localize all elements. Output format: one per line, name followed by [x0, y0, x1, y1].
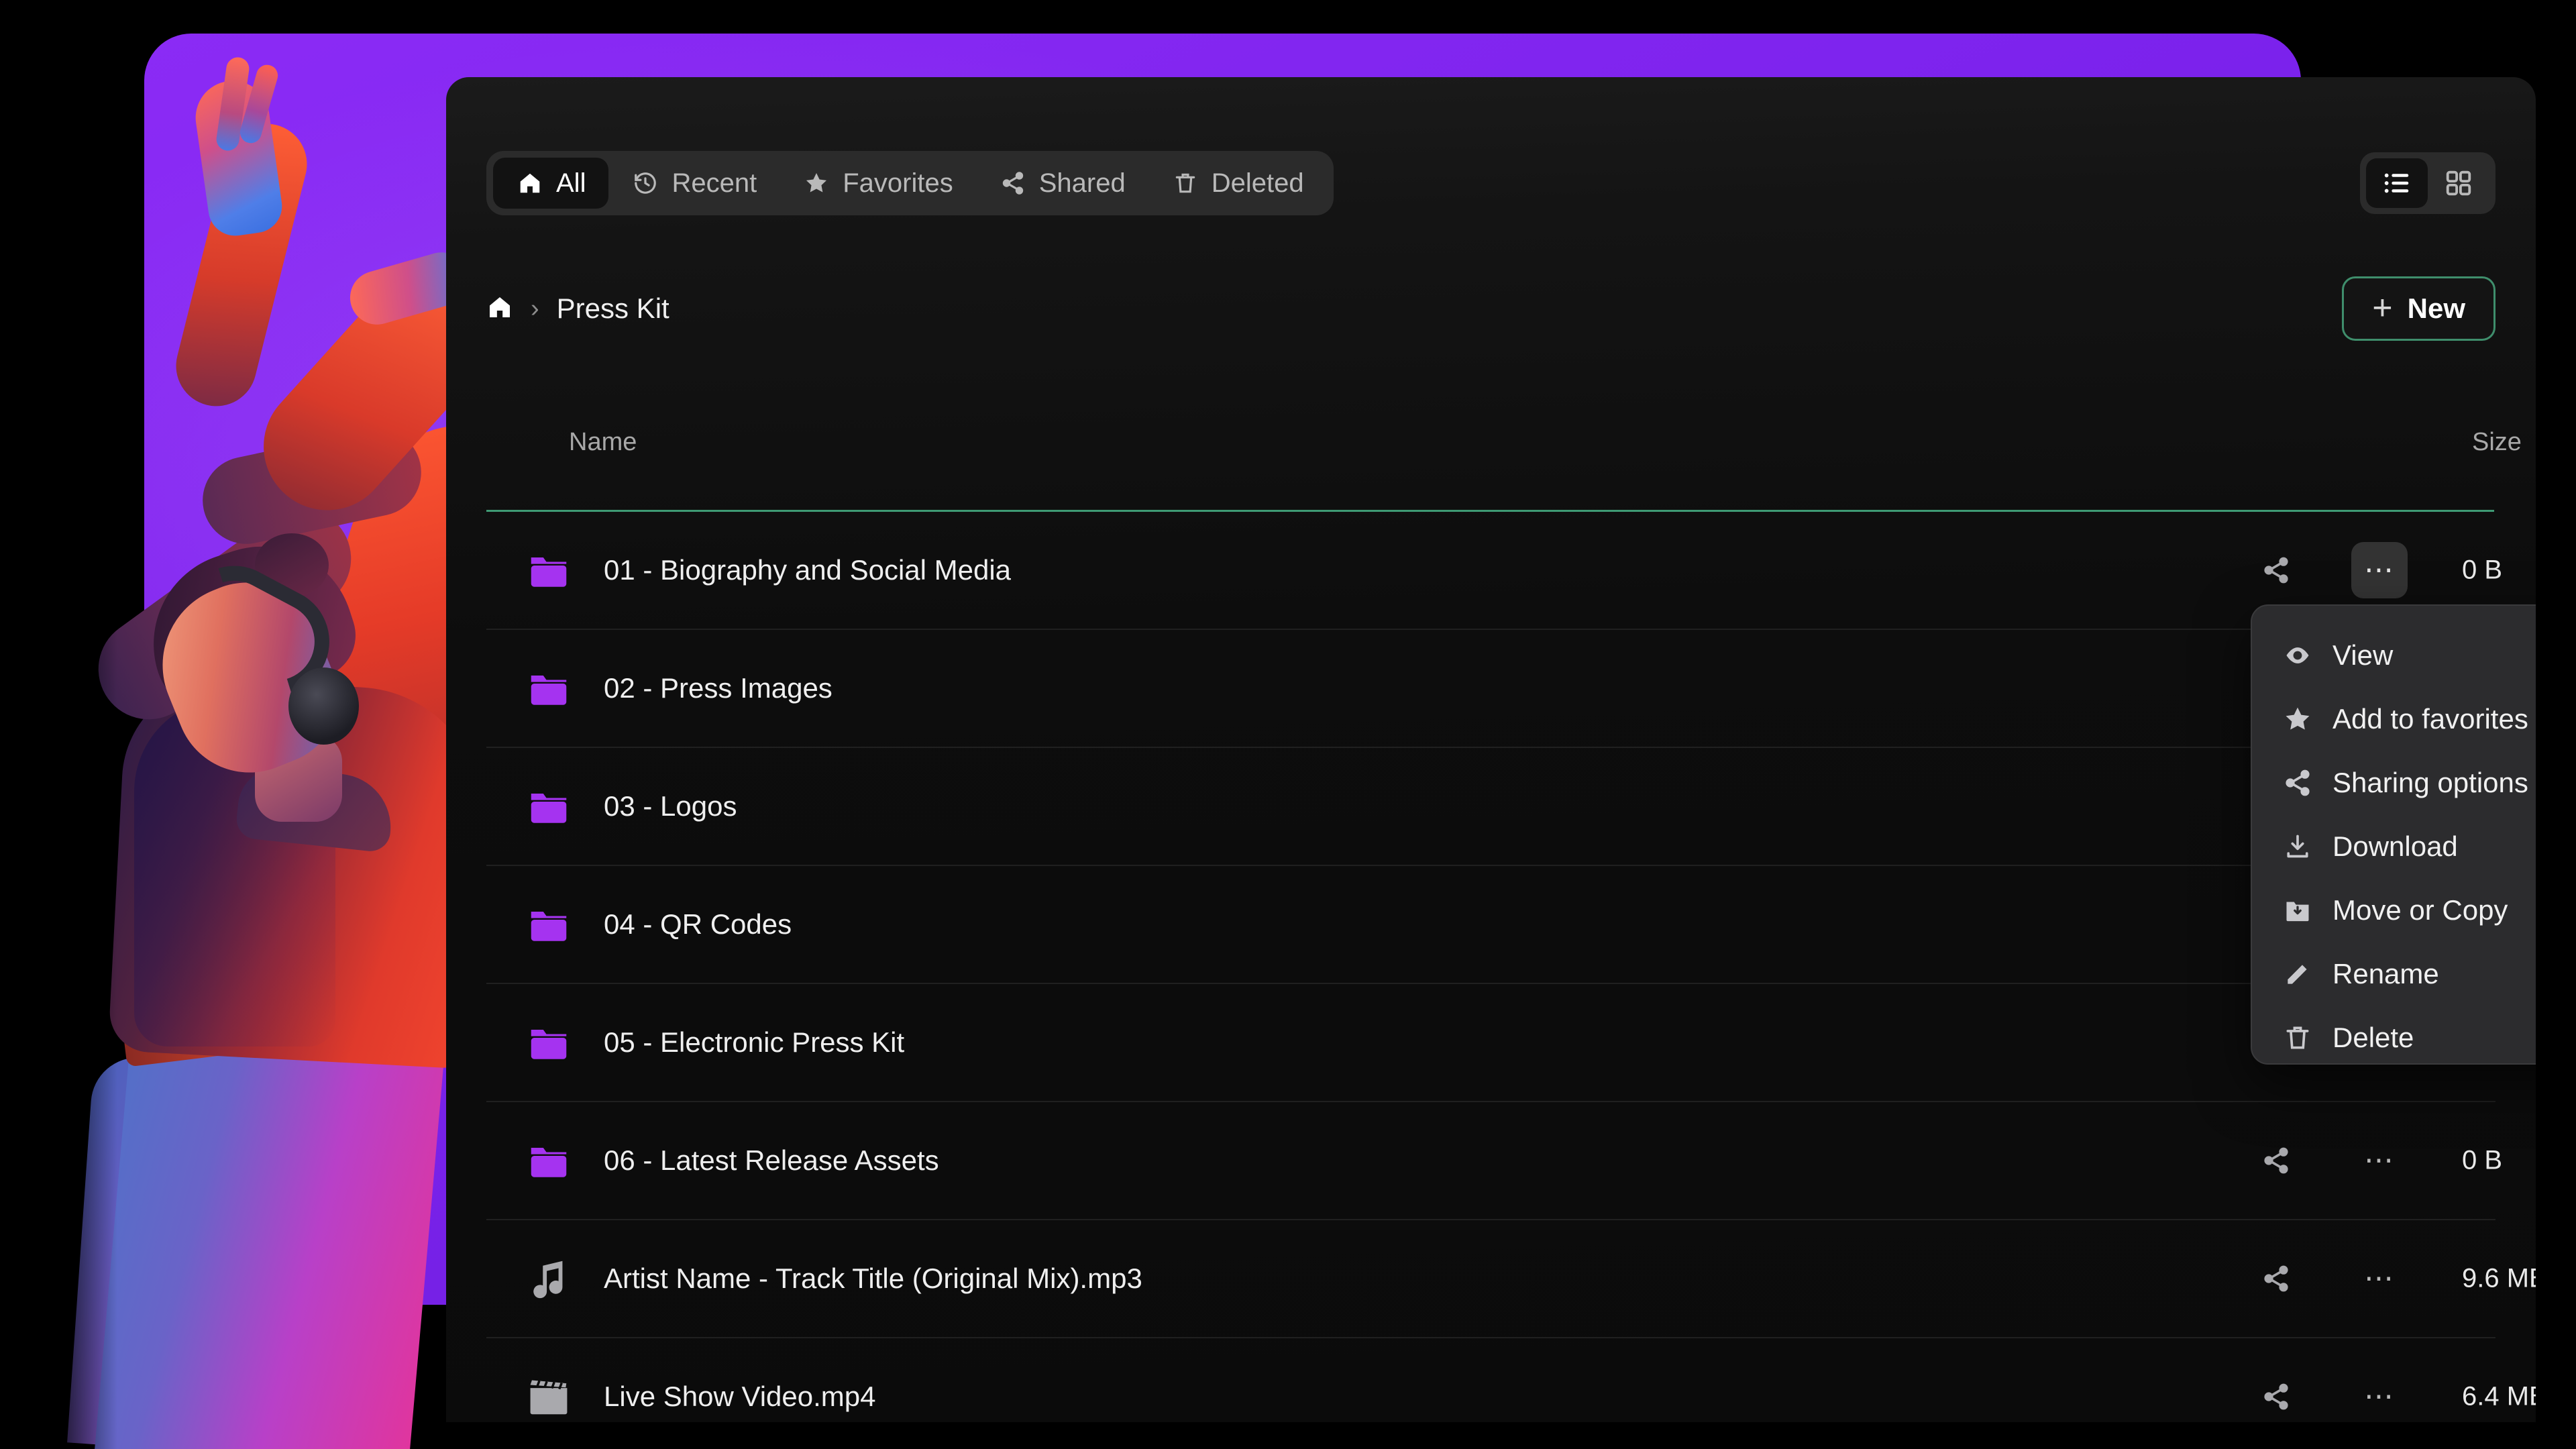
plus-icon: + — [2372, 288, 2393, 328]
row-more-button[interactable]: ⋯ — [2351, 542, 2408, 598]
folder-icon — [523, 1017, 574, 1068]
menu-item-label: Download — [2332, 830, 2458, 862]
tab-deleted-label: Deleted — [1211, 168, 1304, 198]
row-share-icon[interactable] — [2253, 1373, 2300, 1420]
column-header-name[interactable]: Name — [569, 428, 637, 457]
row-size: 0 B — [2462, 555, 2503, 585]
tab-all-label: All — [556, 168, 586, 198]
grid-view-icon — [2446, 170, 2471, 196]
menu-item-move-or-copy[interactable]: Move or Copy — [2252, 878, 2536, 942]
row-share-icon[interactable] — [2253, 1255, 2300, 1302]
row-name: 01 - Biography and Social Media — [604, 554, 1012, 586]
new-button-label: New — [2407, 292, 2465, 324]
table-row[interactable]: 06 - Latest Release Assets⋯0 B2 minutes … — [486, 1102, 2502, 1220]
music-icon — [523, 1253, 574, 1304]
menu-item-download[interactable]: Download — [2252, 814, 2536, 878]
folder-icon — [523, 545, 574, 596]
new-button[interactable]: + New — [2342, 276, 2496, 341]
breadcrumb-current[interactable]: Press Kit — [557, 292, 669, 325]
pencil-icon — [2282, 958, 2314, 990]
row-name: 06 - Latest Release Assets — [604, 1144, 939, 1176]
tab-shared[interactable]: Shared — [976, 158, 1148, 209]
list-view-icon — [2384, 173, 2409, 193]
grid-view-button[interactable] — [2428, 158, 2489, 208]
tab-favorites-label: Favorites — [843, 168, 953, 198]
folder-move-icon — [2282, 894, 2314, 926]
trash-icon — [2282, 1022, 2314, 1054]
toolbar: All Recent Favorites Shared Deleted — [486, 151, 2496, 225]
tab-favorites[interactable]: Favorites — [780, 158, 976, 209]
table-header: Name Size Modified — [486, 416, 2522, 476]
share-icon — [999, 169, 1027, 197]
folder-icon — [523, 1135, 574, 1186]
row-name: Artist Name - Track Title (Original Mix)… — [604, 1263, 1142, 1294]
menu-item-label: Move or Copy — [2332, 894, 2508, 926]
eye-icon — [2282, 639, 2314, 672]
list-view-button[interactable] — [2366, 158, 2428, 208]
menu-item-add-to-favorites[interactable]: Add to favorites — [2252, 687, 2536, 751]
row-name: 03 - Logos — [604, 790, 737, 822]
home-icon — [516, 169, 544, 197]
row-share-icon[interactable] — [2253, 547, 2300, 594]
tab-shared-label: Shared — [1038, 168, 1126, 198]
row-size: 0 B — [2462, 1145, 2503, 1175]
table-row[interactable]: 03 - Logos⋯0 B3 minutes ago — [486, 748, 2502, 866]
folder-icon — [523, 663, 574, 714]
tab-all[interactable]: All — [493, 158, 609, 209]
menu-item-delete[interactable]: Delete — [2252, 1006, 2536, 1069]
star-icon — [802, 169, 830, 197]
star-icon — [2282, 703, 2314, 735]
menu-item-label: Rename — [2332, 957, 2439, 989]
table-row[interactable]: 02 - Press Images⋯0 B3 minutes ago — [486, 630, 2502, 748]
folder-icon — [523, 899, 574, 950]
menu-item-label: View — [2332, 639, 2394, 671]
row-size: 6.4 MB — [2462, 1381, 2536, 1411]
row-more-button[interactable]: ⋯ — [2351, 1368, 2408, 1422]
table-row[interactable]: 05 - Electronic Press Kit⋯0 B2 minutes a… — [486, 984, 2502, 1102]
file-list: 01 - Biography and Social Media⋯0 B3 min… — [486, 512, 2536, 1422]
menu-item-view[interactable]: View — [2252, 623, 2536, 687]
table-row[interactable]: Live Show Video.mp4⋯6.4 MB2 days ago — [486, 1338, 2536, 1422]
table-row[interactable]: Artist Name - Track Title (Original Mix)… — [486, 1220, 2536, 1338]
row-more-button[interactable]: ⋯ — [2351, 1132, 2408, 1189]
share-icon — [2282, 767, 2314, 799]
row-size: 9.6 MB — [2462, 1263, 2536, 1293]
menu-item-label: Sharing options — [2332, 766, 2528, 798]
file-manager-panel: All Recent Favorites Shared Deleted › Pr… — [446, 77, 2536, 1422]
row-more-button[interactable]: ⋯ — [2351, 1250, 2408, 1307]
tab-bar: All Recent Favorites Shared Deleted — [486, 151, 1334, 215]
row-name: 05 - Electronic Press Kit — [604, 1026, 905, 1058]
breadcrumb-separator: › — [531, 294, 539, 323]
context-menu: View Add to favorites Sharing options Downl… — [2251, 604, 2536, 1065]
history-icon — [631, 169, 659, 197]
tab-deleted[interactable]: Deleted — [1148, 158, 1327, 209]
menu-item-label: Add to favorites — [2332, 702, 2528, 735]
breadcrumb-row: › Press Kit + New — [486, 268, 2496, 349]
video-icon — [523, 1371, 574, 1422]
row-name: Live Show Video.mp4 — [604, 1381, 876, 1412]
folder-icon — [523, 781, 574, 832]
trash-icon — [1171, 169, 1199, 197]
row-share-icon[interactable] — [2253, 1137, 2300, 1184]
table-row[interactable]: 01 - Biography and Social Media⋯0 B3 min… — [486, 512, 2502, 630]
screen: All Recent Favorites Shared Deleted › Pr… — [0, 0, 2576, 1449]
download-icon — [2282, 830, 2314, 863]
column-header-size[interactable]: Size — [2472, 428, 2522, 457]
view-toggle — [2360, 152, 2496, 214]
row-name: 04 - QR Codes — [604, 908, 792, 940]
breadcrumb: › Press Kit — [486, 268, 2496, 349]
tab-recent[interactable]: Recent — [608, 158, 780, 209]
menu-item-rename[interactable]: Rename — [2252, 942, 2536, 1006]
menu-item-sharing-options[interactable]: Sharing options — [2252, 751, 2536, 814]
menu-item-label: Delete — [2332, 1021, 2414, 1053]
table-row[interactable]: 04 - QR Codes⋯0 B2 minutes ago — [486, 866, 2502, 984]
row-name: 02 - Press Images — [604, 672, 833, 704]
breadcrumb-home-icon[interactable] — [486, 294, 513, 324]
tab-recent-label: Recent — [672, 168, 757, 198]
